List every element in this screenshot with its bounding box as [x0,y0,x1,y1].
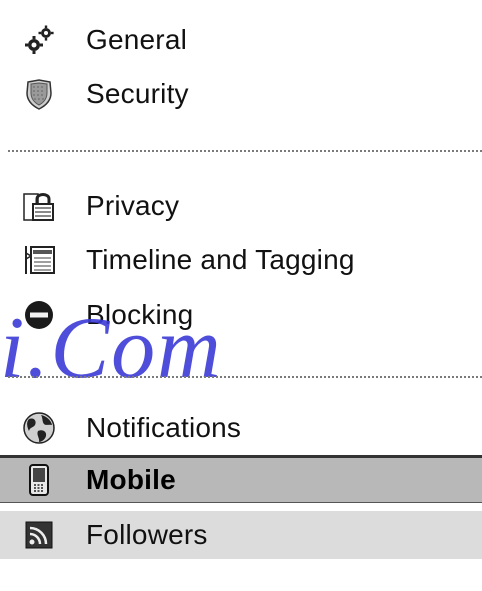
globe-icon [22,411,56,445]
divider [8,376,482,378]
menu-item-label: Followers [86,519,208,550]
shield-icon [22,77,56,111]
menu-item-privacy[interactable]: Privacy [0,182,482,230]
mobile-phone-icon [22,463,56,497]
menu-item-label: Notifications [86,412,242,443]
menu-item-label: Privacy [86,190,180,221]
menu-item-security[interactable]: Security [0,70,482,118]
menu-item-timeline-and-tagging[interactable]: Timeline and Tagging [0,236,482,284]
menu-item-general[interactable]: General [0,16,482,64]
menu-item-label: Timeline and Tagging [86,244,355,275]
menu-item-label: Mobile [86,464,176,495]
timeline-icon [22,243,56,277]
settings-menu: General Security Privacy Timeline and Ta… [0,0,482,591]
menu-item-label: Security [86,78,189,109]
menu-item-blocking[interactable]: Blocking [0,291,482,339]
menu-item-notifications[interactable]: Notifications [0,404,482,452]
lock-icon [22,189,56,223]
menu-item-label: Blocking [86,299,194,330]
divider [8,150,482,152]
blocking-icon [22,298,56,332]
menu-item-followers[interactable]: Followers [0,511,482,559]
rss-icon [22,518,56,552]
menu-item-label: General [86,24,188,55]
gears-icon [22,23,56,57]
menu-item-mobile[interactable]: Mobile [0,455,482,503]
